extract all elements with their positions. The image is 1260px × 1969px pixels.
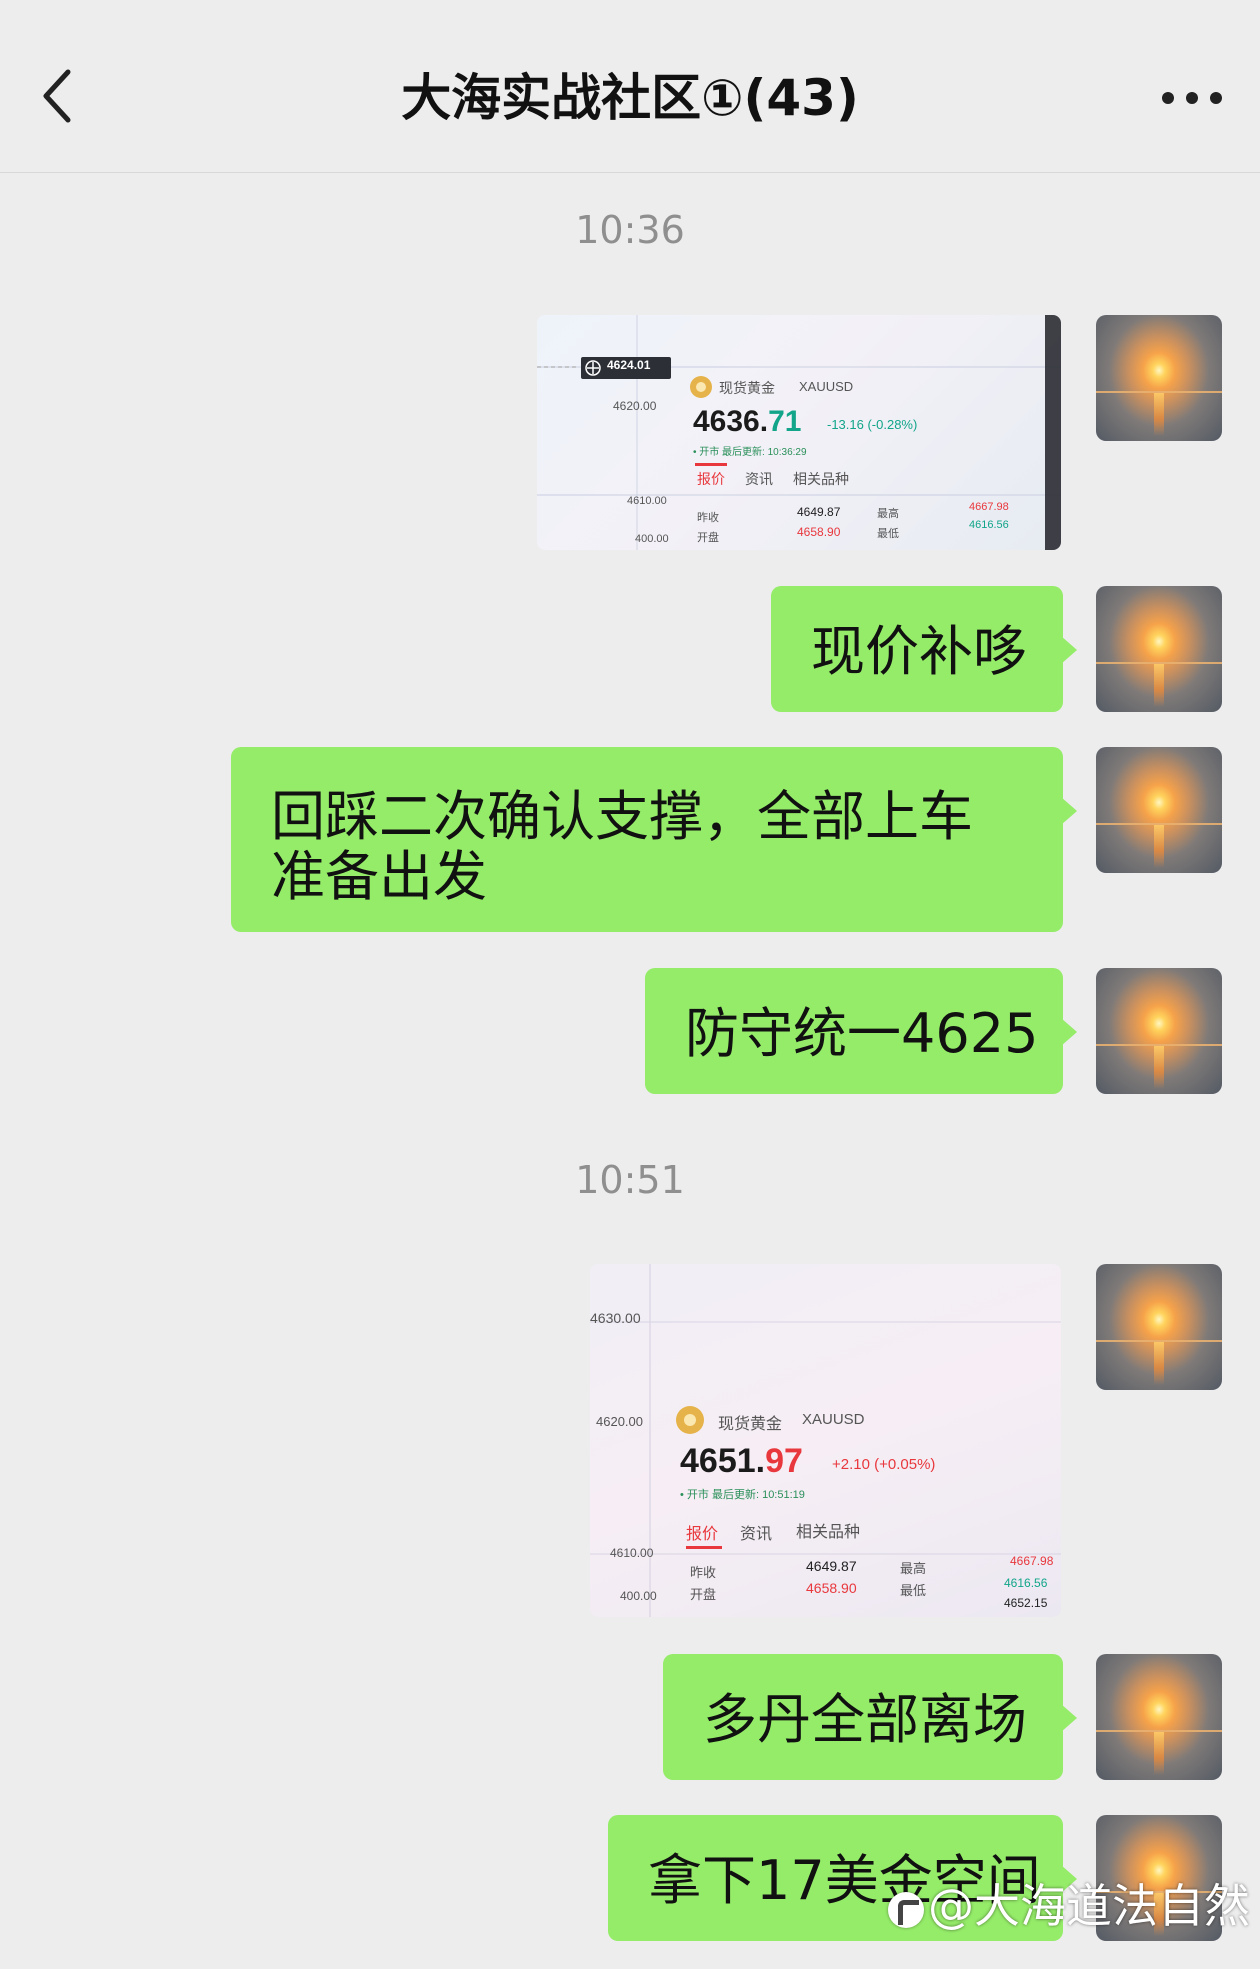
tab-quote: 报价 (686, 1526, 719, 1543)
row-value: 4667.98 (969, 501, 1009, 513)
chat-bubble[interactable]: 防守统一4625 (645, 968, 1077, 1094)
avatar[interactable] (1096, 586, 1222, 712)
axis-price: 4630.00 (590, 1310, 641, 1326)
market-status: • 开市 最后更新: 10:51:19 (680, 1489, 805, 1501)
symbol-name: 现货黄金 (718, 1416, 783, 1433)
row-label: 开盘 (697, 532, 719, 544)
tab-quote: 报价 (697, 471, 725, 487)
avatar[interactable] (1096, 747, 1222, 873)
tab-news: 资讯 (740, 1526, 773, 1543)
bubble-tail (1061, 636, 1077, 664)
row-label: 昨收 (690, 1565, 717, 1580)
price-change: -13.16 (-0.28%) (827, 417, 918, 432)
row-label: 最高 (900, 1561, 927, 1576)
watermark: @大海道法自然 (888, 1866, 1260, 1946)
row-value: 4616.56 (969, 519, 1009, 531)
axis-price: 4610.00 (627, 495, 667, 507)
bubble-tail (1061, 797, 1077, 825)
more-dots-icon[interactable] (1160, 86, 1224, 110)
avatar[interactable] (1096, 968, 1222, 1094)
row-value: 4658.90 (797, 525, 841, 539)
chat-bubble[interactable]: 回踩二次确认支撑，全部上车准备出发 (231, 747, 1077, 932)
avatar[interactable] (1096, 315, 1222, 441)
message-timestamp: 10:51 (575, 1158, 685, 1202)
message-text: 回踩二次确认支撑，全部上车准备出发 (271, 785, 973, 908)
row-label: 最高 (877, 508, 899, 520)
row-label: 最低 (877, 528, 899, 540)
platform-logo-icon (888, 1891, 924, 1928)
row-value: 4649.87 (806, 1558, 857, 1574)
row-value: 4652.15 (1004, 1596, 1048, 1610)
chat-bubble[interactable]: 现价补哆 (771, 586, 1077, 712)
image-message[interactable]: 4624.01 4620.00 4610.00 400.00 现货黄金 XAUU… (537, 315, 1061, 550)
tab-related: 相关品种 (793, 471, 849, 487)
row-value: 4658.90 (806, 1580, 857, 1596)
symbol-name: 现货黄金 (719, 380, 775, 396)
axis-price: 400.00 (620, 1589, 657, 1603)
row-label: 昨收 (697, 512, 719, 524)
marker-price: 4624.01 (607, 358, 651, 372)
chat-bubble[interactable]: 多丹全部离场 (663, 1654, 1077, 1780)
row-label: 开盘 (690, 1587, 717, 1602)
symbol-code: XAUUSD (802, 1411, 865, 1428)
row-label: 最低 (900, 1583, 927, 1598)
row-value: 4649.87 (797, 505, 841, 519)
bubble-tail (1061, 1018, 1077, 1046)
avatar[interactable] (1096, 1654, 1222, 1780)
image-message[interactable]: 4630.00 4620.00 4610.00 400.00 现货黄金 XAUU… (590, 1264, 1061, 1617)
row-value: 4667.98 (1010, 1554, 1054, 1568)
axis-price: 4620.00 (613, 399, 657, 413)
axis-price: 4620.00 (596, 1414, 643, 1429)
axis-price: 400.00 (635, 533, 669, 545)
price-main: 4651.97 (680, 1442, 803, 1480)
chat-header: 大海实战社区①(43) (0, 0, 1260, 173)
message-text: 现价补哆 (811, 620, 1027, 683)
bubble-tail (1061, 1704, 1077, 1732)
message-text: 多丹全部离场 (703, 1688, 1027, 1751)
axis-price: 4610.00 (610, 1546, 654, 1560)
row-value: 4616.56 (1004, 1576, 1048, 1590)
avatar[interactable] (1096, 1264, 1222, 1390)
tab-related: 相关品种 (796, 1524, 861, 1541)
tab-news: 资讯 (745, 471, 773, 487)
message-timestamp: 10:36 (575, 208, 685, 252)
symbol-code: XAUUSD (799, 379, 854, 394)
market-status: • 开市 最后更新: 10:36:29 (693, 447, 807, 458)
chat-title: 大海实战社区①(43) (401, 69, 859, 127)
message-text: 防守统一4625 (685, 1002, 1039, 1065)
watermark-text: @大海道法自然 (928, 1879, 1250, 1933)
price-change: +2.10 (+0.05%) (832, 1456, 936, 1473)
price-main: 4636.71 (693, 405, 802, 438)
